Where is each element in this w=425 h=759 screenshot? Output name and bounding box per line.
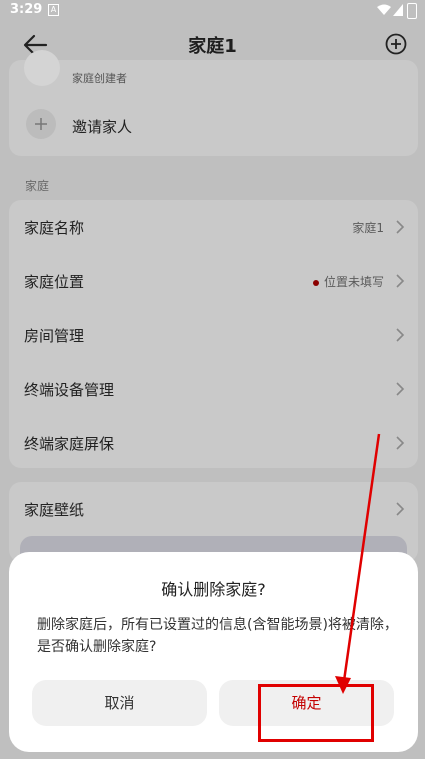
- row-device-management[interactable]: 终端设备管理: [9, 362, 418, 416]
- home-settings-card: 家庭名称 家庭1 家庭位置 位置未填写 房间管理 终端设备管理 终端家庭屏保: [9, 200, 418, 468]
- row-label: 家庭壁纸: [24, 501, 85, 519]
- invite-family-label: 邀请家人: [72, 118, 133, 136]
- dialog-title: 确认删除家庭?: [161, 580, 266, 599]
- row-home-name[interactable]: 家庭名称 家庭1: [9, 200, 418, 254]
- status-bar: 3:29 A: [0, 0, 425, 22]
- members-card: 家庭创建者 邀请家人: [9, 50, 418, 156]
- chevron-right-icon: [396, 328, 405, 342]
- row-label: 终端家庭屏保: [24, 435, 115, 453]
- battery-icon: [407, 3, 417, 19]
- chevron-right-icon: [396, 220, 405, 234]
- page-title: 家庭1: [188, 36, 237, 57]
- row-label: 终端设备管理: [24, 381, 115, 399]
- cancel-button[interactable]: 取消: [32, 680, 207, 726]
- row-value: 位置未填写: [312, 273, 384, 290]
- dialog-message: 删除家庭后，所有已设置过的信息(含智能场景)将被清除，是否确认删除家庭?: [37, 617, 398, 655]
- warning-dot-icon: [312, 279, 319, 286]
- chevron-right-icon: [396, 382, 405, 396]
- row-wallpaper[interactable]: 家庭壁纸: [9, 482, 418, 536]
- wallpaper-card: 家庭壁纸: [9, 482, 418, 562]
- row-home-location[interactable]: 家庭位置 位置未填写: [9, 254, 418, 308]
- notification-icon: A: [48, 4, 59, 16]
- row-label: 家庭名称: [24, 219, 85, 237]
- row-screensaver[interactable]: 终端家庭屏保: [9, 416, 418, 470]
- signal-icon: [393, 4, 403, 16]
- wifi-icon: [377, 4, 391, 15]
- section-title-home: 家庭: [25, 179, 50, 193]
- row-label: 家庭位置: [24, 273, 85, 291]
- row-label: 房间管理: [24, 327, 85, 345]
- invite-family-row[interactable]: 邀请家人: [9, 106, 418, 148]
- chevron-right-icon: [396, 436, 405, 450]
- chevron-right-icon: [396, 274, 405, 288]
- status-time: 3:29: [10, 2, 43, 17]
- plus-icon: [26, 109, 56, 139]
- creator-avatar: [24, 50, 60, 86]
- annotation-highlight-box: [258, 684, 374, 742]
- add-circle-icon[interactable]: [385, 33, 407, 55]
- row-room-management[interactable]: 房间管理: [9, 308, 418, 362]
- row-value: 家庭1: [352, 221, 384, 235]
- chevron-right-icon: [396, 502, 405, 516]
- creator-role-label: 家庭创建者: [72, 72, 127, 85]
